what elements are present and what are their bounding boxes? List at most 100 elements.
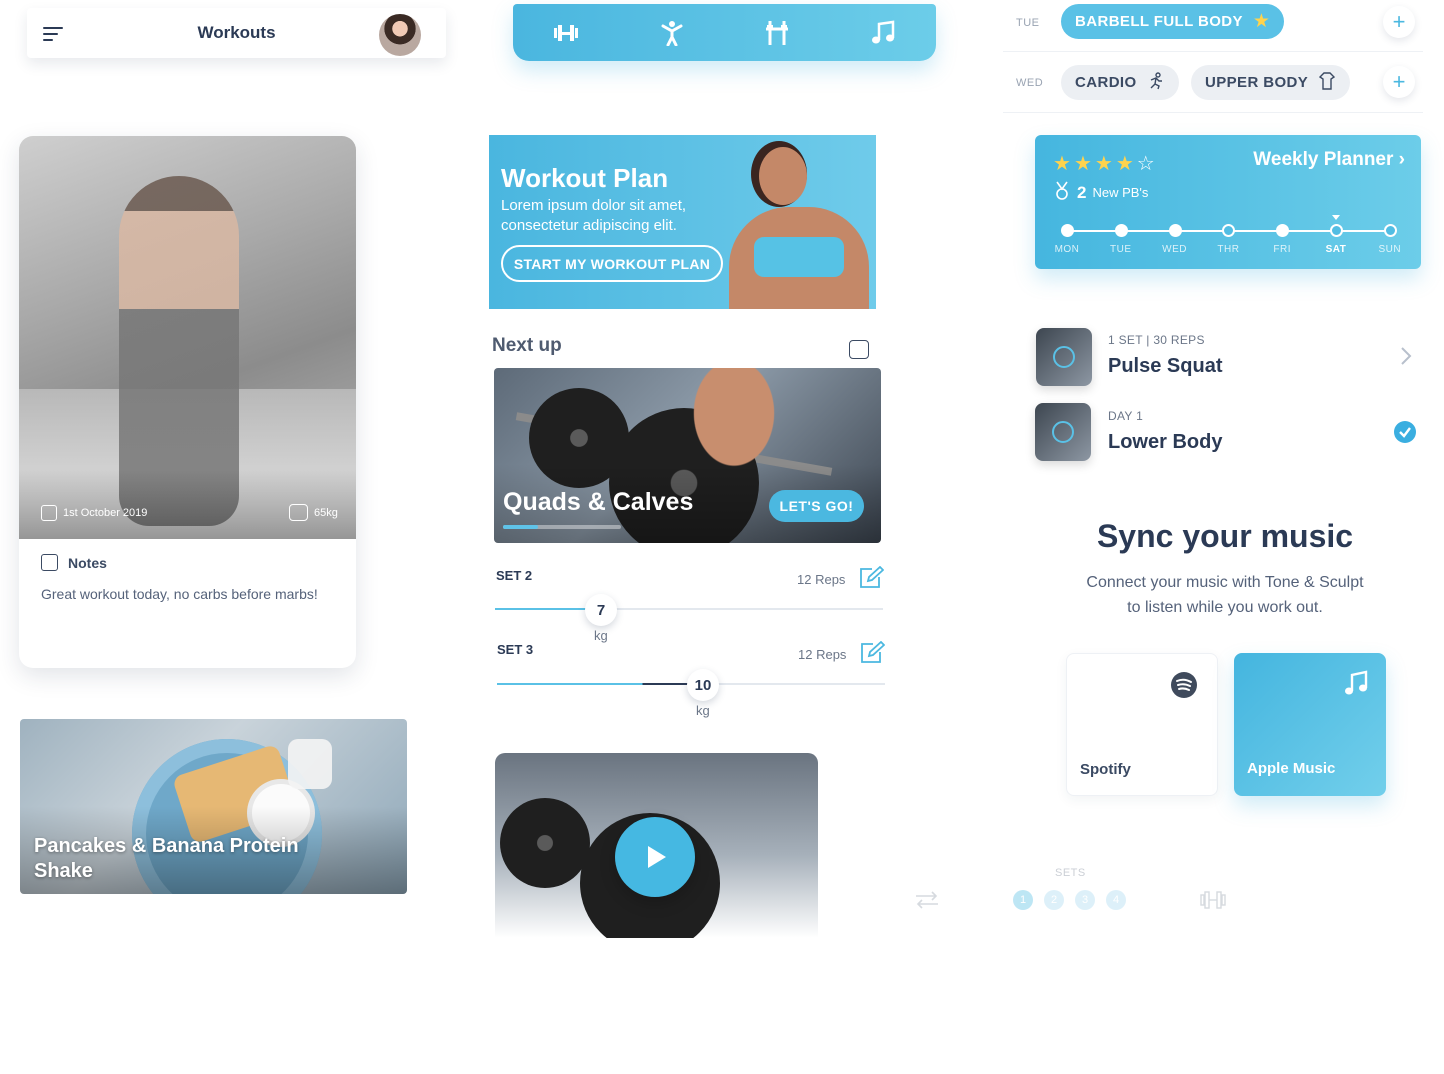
- day-label: WED: [1162, 244, 1188, 255]
- progress-photo-card[interactable]: 1st October 2019 65kg Notes Great workou…: [19, 136, 356, 668]
- play-icon: [1053, 346, 1075, 368]
- day-label: WED: [1016, 77, 1044, 89]
- set-reps: 12 Reps: [798, 647, 847, 662]
- weekly-planner-label: Weekly Planner: [1253, 149, 1394, 170]
- set-slider-knob[interactable]: 7: [585, 594, 617, 626]
- set-number[interactable]: 2: [1044, 890, 1064, 910]
- next-up-heading: Next up: [492, 335, 562, 356]
- edit-icon[interactable]: [858, 565, 885, 590]
- day-label: MON: [1054, 244, 1080, 255]
- exercise-title: Lower Body: [1108, 431, 1223, 453]
- dumbbell-icon[interactable]: [551, 18, 581, 48]
- chevron-right-icon: ›: [1398, 149, 1405, 170]
- pill-label: CARDIO: [1075, 74, 1137, 91]
- current-day-marker: [1332, 215, 1340, 220]
- tab-bar: [513, 4, 936, 61]
- exercise-thumbnail: [1036, 328, 1092, 386]
- pb-count: 2: [1077, 182, 1087, 202]
- meal-card[interactable]: Pancakes & Banana Protein Shake: [20, 719, 407, 894]
- edit-icon[interactable]: [859, 640, 886, 665]
- start-plan-button[interactable]: START MY WORKOUT PLAN: [501, 245, 723, 282]
- plan-description: Lorem ipsum dolor sit amet, consectetur …: [501, 197, 687, 234]
- avatar[interactable]: [379, 14, 421, 56]
- spotify-label: Spotify: [1080, 761, 1131, 778]
- workout-pill[interactable]: BARBELL FULL BODY ★: [1061, 4, 1285, 39]
- set-number[interactable]: 3: [1075, 890, 1095, 910]
- photo-weight-text: 65kg: [314, 506, 338, 519]
- running-icon: [1147, 71, 1165, 94]
- sync-music-text: Connect your music with Tone & Sculpt to…: [1013, 570, 1437, 620]
- star-icon: ★: [1094, 153, 1113, 175]
- lets-go-button[interactable]: LET'S GO!: [769, 490, 864, 522]
- set-number[interactable]: 1: [1013, 890, 1033, 910]
- star-icon: ☆: [1136, 153, 1155, 175]
- notes-label: Notes: [68, 554, 107, 571]
- day-dot[interactable]: [1383, 224, 1397, 237]
- add-workout-button[interactable]: +: [1383, 6, 1415, 38]
- apple-music-option[interactable]: Apple Music: [1234, 653, 1386, 796]
- day-label: SUN: [1378, 244, 1402, 255]
- day-dot[interactable]: [1114, 224, 1128, 237]
- exercise-thumbnail: [1035, 403, 1091, 461]
- weekly-planner-card[interactable]: ★ ★ ★ ★ ☆ Weekly Planner › 2 New PB's MON TUE…: [1035, 135, 1421, 269]
- day-dot[interactable]: [1276, 224, 1290, 237]
- set-reps: 12 Reps: [797, 572, 846, 587]
- pb-label: New PB's: [1092, 185, 1149, 200]
- exercise-row[interactable]: 1 SET | 30 REPS Pulse Squat: [1036, 328, 1426, 388]
- next-workout-card[interactable]: Quads & Calves LET'S GO!: [494, 368, 881, 543]
- notes-text: Great workout today, no carbs before mar…: [41, 586, 318, 602]
- workout-pill[interactable]: UPPER BODY: [1191, 65, 1351, 100]
- plan-title: Workout Plan: [501, 163, 669, 193]
- day-label: FRI: [1273, 244, 1291, 255]
- spotify-option[interactable]: Spotify: [1066, 653, 1218, 796]
- scale-icon: [289, 504, 308, 521]
- day-dot[interactable]: [1061, 224, 1074, 237]
- play-button[interactable]: [615, 817, 695, 897]
- weekly-planner-link[interactable]: Weekly Planner ›: [1253, 149, 1405, 171]
- set-selector: 1 2 3 4: [1013, 890, 1126, 910]
- set-label: SET 3: [497, 642, 534, 657]
- day-dot[interactable]: [1330, 224, 1343, 237]
- notes-heading: Notes: [41, 554, 107, 571]
- workout-title: Quads & Calves: [503, 488, 694, 516]
- meal-title: Pancakes & Banana Protein Shake: [34, 835, 299, 882]
- sets-label: SETS: [1055, 867, 1086, 879]
- set-slider-knob[interactable]: 10: [687, 669, 719, 701]
- set-number[interactable]: 4: [1106, 890, 1126, 910]
- medal-icon: [1053, 181, 1071, 204]
- day-label: THR: [1217, 244, 1240, 255]
- calendar-icon[interactable]: [849, 340, 869, 359]
- day-label: SAT: [1325, 244, 1347, 255]
- star-icon: ★: [1073, 153, 1092, 175]
- set-slider-track[interactable]: [495, 608, 883, 610]
- top-app-bar: Workouts: [27, 8, 446, 58]
- add-workout-button[interactable]: +: [1383, 66, 1415, 98]
- photo-date: 1st October 2019: [41, 505, 147, 521]
- exercise-row[interactable]: DAY 1 Lower Body: [1035, 403, 1425, 463]
- workout-progress: [503, 525, 621, 529]
- barbell-rack-icon[interactable]: [762, 18, 792, 48]
- workout-pill[interactable]: CARDIO: [1061, 65, 1179, 100]
- day-label: TUE: [1016, 17, 1040, 29]
- apple-music-label: Apple Music: [1247, 760, 1336, 777]
- photo-weight: 65kg: [289, 504, 338, 521]
- progress-photo: 1st October 2019 65kg: [19, 136, 356, 539]
- music-note-icon: [1343, 670, 1369, 701]
- star-icon: ★: [1252, 11, 1271, 32]
- shirt-icon: [1318, 71, 1336, 94]
- stretch-icon[interactable]: [657, 18, 687, 48]
- play-icon: [1052, 421, 1074, 443]
- dumbbell-icon[interactable]: [1199, 889, 1227, 916]
- day-dot[interactable]: [1222, 224, 1236, 237]
- music-icon[interactable]: [868, 18, 898, 48]
- personal-bests: 2 New PB's: [1053, 181, 1148, 204]
- calendar-icon: [41, 505, 57, 521]
- note-icon: [41, 554, 58, 571]
- check-circle-icon: [1393, 420, 1417, 449]
- pill-label: BARBELL FULL BODY: [1075, 13, 1243, 30]
- day-dot[interactable]: [1168, 224, 1182, 237]
- rating-stars: ★ ★ ★ ★ ☆: [1053, 151, 1155, 176]
- set-weight-value: 7: [596, 601, 606, 619]
- exercise-video: [495, 753, 818, 938]
- swap-icon[interactable]: [914, 891, 940, 914]
